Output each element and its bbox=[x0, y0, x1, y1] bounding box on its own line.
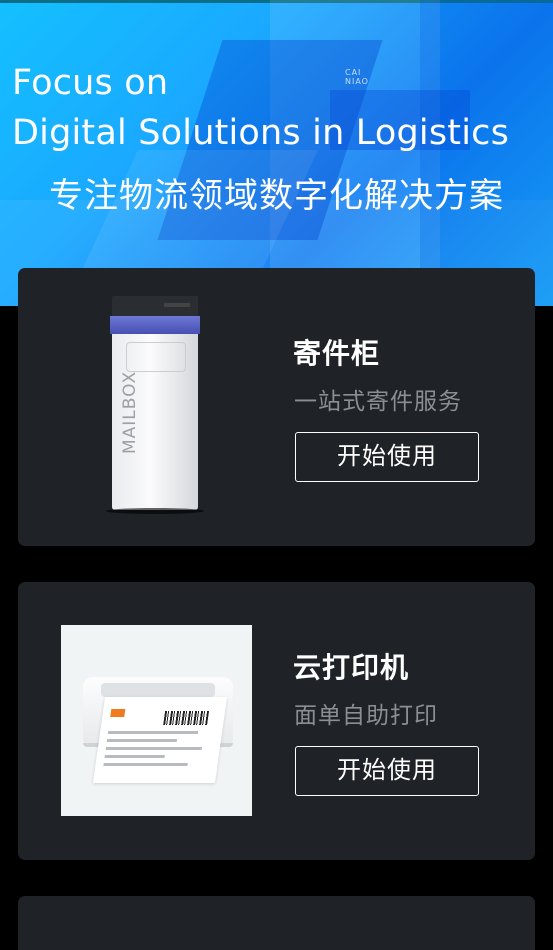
product-card-cloud-printer: 云打印机 面单自助打印 开始使用 bbox=[18, 582, 535, 860]
card-description: 一站式寄件服务 bbox=[294, 389, 462, 415]
product-card-partial bbox=[18, 896, 535, 950]
hero-title-line1: Focus on bbox=[12, 63, 169, 103]
barcode-icon bbox=[163, 711, 210, 725]
card-description: 面单自助打印 bbox=[294, 703, 438, 729]
mailbox-label: MAILBOX bbox=[120, 370, 140, 454]
hero-title: Focus on Digital Solutions in Logistics bbox=[12, 58, 552, 158]
printer-device-image bbox=[61, 625, 252, 816]
mailbox-device-image: MAILBOX bbox=[106, 296, 204, 514]
card-title: 云打印机 bbox=[293, 651, 410, 684]
hero-title-line2: Digital Solutions in Logistics bbox=[12, 113, 510, 153]
card-title: 寄件柜 bbox=[293, 337, 381, 370]
start-using-button[interactable]: 开始使用 bbox=[295, 746, 479, 796]
hero-subtitle: 专注物流领域数字化解决方案 bbox=[49, 176, 504, 216]
product-card-mailbox: MAILBOX 寄件柜 一站式寄件服务 开始使用 bbox=[18, 268, 535, 546]
start-using-button[interactable]: 开始使用 bbox=[295, 432, 479, 482]
shipping-label-paper bbox=[92, 697, 228, 783]
hero-banner: CAI NIAO Focus on Digital Solutions in Lo… bbox=[0, 0, 553, 306]
